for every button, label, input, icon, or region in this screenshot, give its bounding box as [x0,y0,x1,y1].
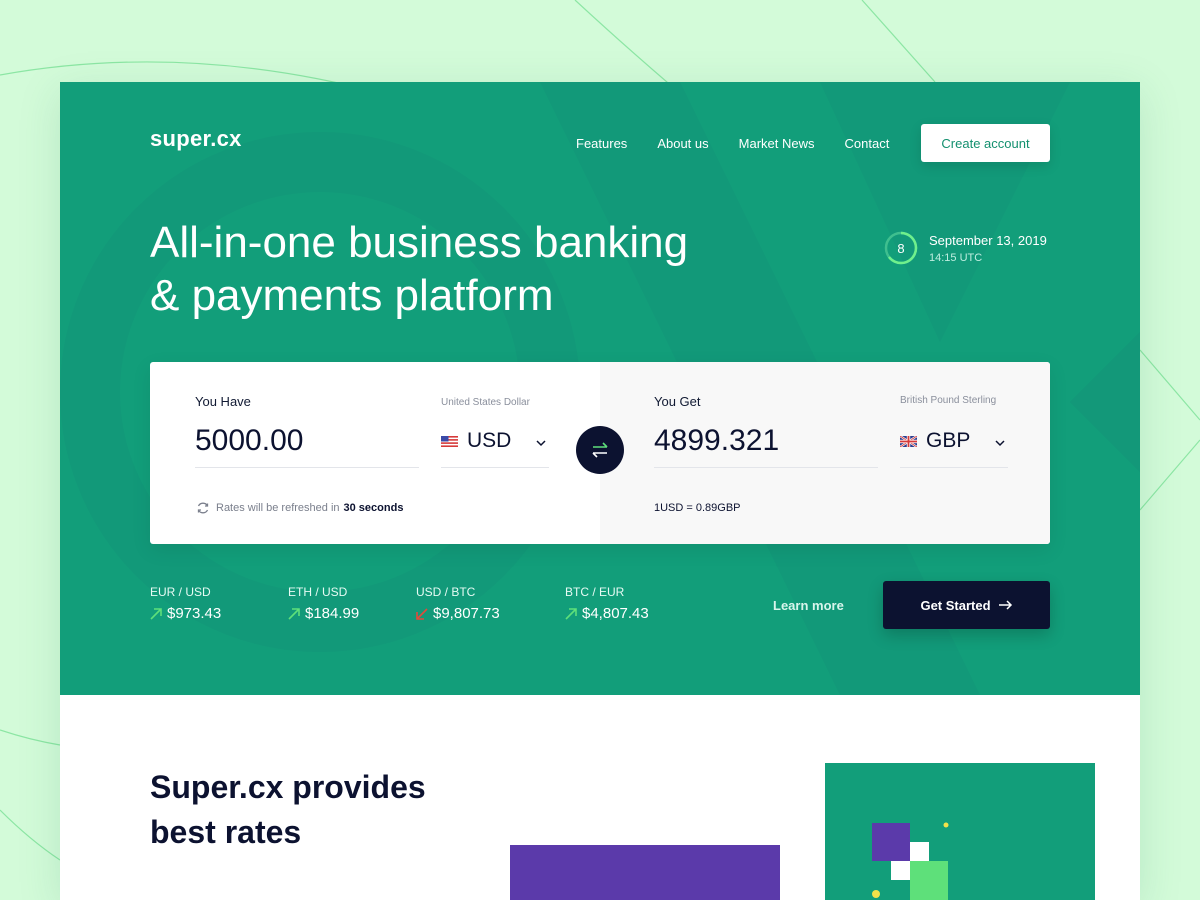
get-started-button[interactable]: Get Started [883,581,1050,629]
section-heading-line-1: Super.cx provides [150,769,426,805]
get-currency-select[interactable]: GBP [900,429,970,453]
have-currency-select[interactable]: USD [441,429,511,453]
arrow-right-icon [998,600,1012,610]
you-get-label: You Get [654,394,701,409]
have-currency-underline [441,467,549,468]
get-currency-name: British Pound Sterling [900,395,997,406]
browser-frame: super.cx Features About us Market News C… [60,82,1140,900]
ticker-price: $9,807.73 [433,605,500,622]
ticker-pair: EUR / USD [150,585,211,599]
headline-line-2: & payments platform [150,271,554,320]
trend-up-icon [288,607,300,620]
learn-more-link[interactable]: Learn more [773,598,844,613]
you-have-label: You Have [195,394,251,409]
nav-market-news[interactable]: Market News [739,136,815,151]
ticker-value: $4,807.43 [565,605,649,622]
nav-about-us[interactable]: About us [657,136,708,151]
refresh-icon [197,502,209,514]
exchange-rate: 1USD = 0.89GBP [654,502,741,514]
illustration-green-card [825,763,1095,900]
ticker-item-eur-usd[interactable]: EUR / USD $973.43 [150,585,221,622]
get-currency-underline [900,467,1008,468]
chevron-down-icon[interactable] [994,437,1006,449]
hero-headline: All-in-one business banking & payments p… [150,216,790,322]
have-amount-input[interactable]: 5000.00 [195,424,303,458]
refresh-seconds: 30 seconds [343,502,404,514]
ticker-value: $973.43 [150,605,221,622]
get-amount-underline [654,467,878,468]
have-currency-code: USD [467,429,512,452]
ticker-value: $9,807.73 [416,605,500,622]
uk-flag-icon [900,435,917,447]
brand-logo[interactable]: super.cx [150,126,242,152]
ticker-price: $4,807.43 [582,605,649,622]
chevron-down-icon[interactable] [535,437,547,449]
pixel-illustration [872,822,949,900]
refresh-notice: Rates will be refreshed in 30 seconds [196,501,403,515]
ticker-item-eth-usd[interactable]: ETH / USD $184.99 [288,585,359,622]
ticker-item-btc-eur[interactable]: BTC / EUR $4,807.43 [565,585,649,622]
current-time: 14:15 UTC [929,252,983,264]
section-heading: Super.cx provides best rates [150,765,470,855]
features-section: Super.cx provides best rates [60,695,1140,900]
ticker-pair: BTC / EUR [565,585,625,599]
have-currency-name: United States Dollar [441,397,530,408]
currency-converter: You Have United States Dollar 5000.00 US… [150,362,1050,544]
ticker-price: $973.43 [167,605,222,622]
get-amount-output: 4899.321 [654,424,780,457]
hero-section: super.cx Features About us Market News C… [60,82,1140,695]
illustration-purple-block [510,845,780,900]
have-amount-underline [195,467,419,468]
trend-up-icon [150,607,162,620]
countdown-value: 8 [897,240,905,256]
get-currency-code: GBP [926,429,971,452]
create-account-button[interactable]: Create account [921,124,1050,162]
ticker-pair: ETH / USD [288,585,348,599]
nav-features[interactable]: Features [576,136,627,151]
swap-arrows-icon [592,442,608,458]
ticker-pair: USD / BTC [416,585,476,599]
refresh-text: Rates will be refreshed in [216,502,340,514]
swap-currencies-button[interactable] [576,426,624,474]
section-heading-line-2: best rates [150,814,302,850]
nav-contact[interactable]: Contact [845,136,890,151]
headline-line-1: All-in-one business banking [150,218,689,267]
ticker-price: $184.99 [305,605,360,622]
ticker-item-usd-btc[interactable]: USD / BTC $9,807.73 [416,585,500,622]
ticker-value: $184.99 [288,605,359,622]
main-nav: Features About us Market News Contact [576,136,889,151]
current-date: September 13, 2019 [929,233,1047,248]
get-started-label: Get Started [920,597,991,613]
trend-down-icon [416,607,428,620]
us-flag-icon [441,435,458,447]
trend-up-icon [565,607,577,620]
